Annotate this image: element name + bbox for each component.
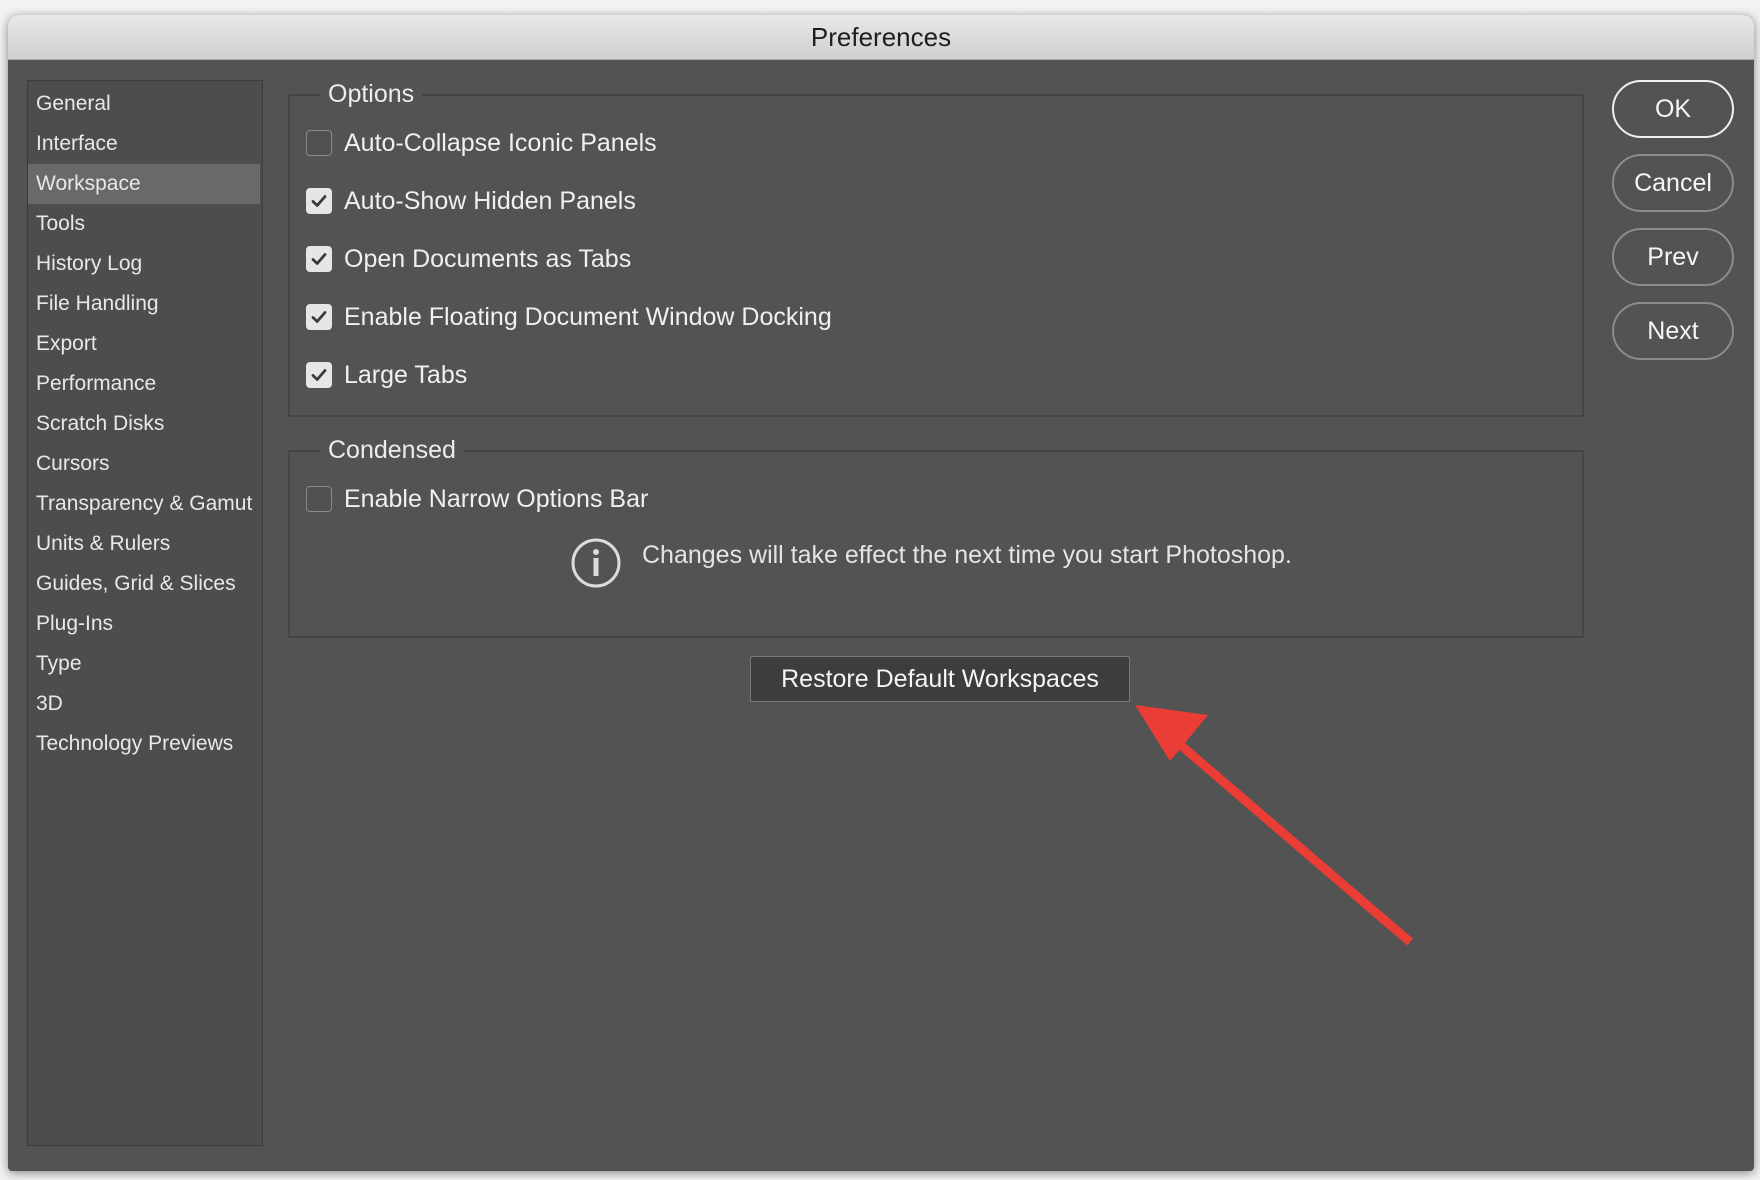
options-legend: Options — [320, 77, 423, 111]
sidebar-item-units-rulers[interactable]: Units & Rulers — [28, 524, 262, 564]
auto-collapse-iconic-panels-checkbox[interactable] — [306, 130, 332, 156]
checkmark-icon — [311, 311, 327, 323]
large-tabs-label: Large Tabs — [344, 360, 468, 389]
sidebar-item-history-log[interactable]: History Log — [28, 244, 262, 284]
large-tabs-option[interactable]: Large Tabs — [306, 355, 467, 395]
auto-show-hidden-panels-checkbox[interactable] — [306, 188, 332, 214]
restore-default-workspaces-button[interactable]: Restore Default Workspaces — [750, 656, 1130, 702]
info-circle-icon — [570, 537, 622, 594]
open-documents-as-tabs-option[interactable]: Open Documents as Tabs — [306, 239, 631, 279]
cancel-button[interactable]: Cancel — [1612, 154, 1734, 212]
next-button[interactable]: Next — [1612, 302, 1734, 360]
preferences-window: Preferences General Interface Workspace … — [8, 15, 1754, 1171]
title-bar[interactable]: Preferences — [8, 15, 1754, 60]
enable-floating-docking-option[interactable]: Enable Floating Document Window Docking — [306, 297, 832, 337]
ok-button[interactable]: OK — [1612, 80, 1734, 138]
restart-notice: Changes will take effect the next time y… — [570, 537, 1292, 594]
auto-show-hidden-panels-label: Auto-Show Hidden Panels — [344, 186, 636, 215]
sidebar-item-tools[interactable]: Tools — [28, 204, 262, 244]
large-tabs-checkbox[interactable] — [306, 362, 332, 388]
sidebar-item-file-handling[interactable]: File Handling — [28, 284, 262, 324]
sidebar-item-interface[interactable]: Interface — [28, 124, 262, 164]
condensed-group: Condensed Enable Narrow Options Bar Chan… — [288, 433, 1584, 638]
restart-notice-text: Changes will take effect the next time y… — [642, 541, 1292, 569]
auto-collapse-iconic-panels-option[interactable]: Auto-Collapse Iconic Panels — [306, 123, 657, 163]
enable-floating-docking-label: Enable Floating Document Window Docking — [344, 302, 832, 331]
enable-narrow-options-bar-checkbox[interactable] — [306, 486, 332, 512]
auto-collapse-iconic-panels-label: Auto-Collapse Iconic Panels — [344, 128, 657, 157]
sidebar-item-performance[interactable]: Performance — [28, 364, 262, 404]
enable-narrow-options-bar-label: Enable Narrow Options Bar — [344, 484, 649, 513]
auto-show-hidden-panels-option[interactable]: Auto-Show Hidden Panels — [306, 181, 636, 221]
enable-floating-docking-checkbox[interactable] — [306, 304, 332, 330]
options-group: Options Auto-Collapse Iconic Panels Auto… — [288, 77, 1584, 417]
sidebar-item-technology-previews[interactable]: Technology Previews — [28, 724, 262, 764]
checkmark-icon — [311, 195, 327, 207]
condensed-legend: Condensed — [320, 433, 464, 467]
open-documents-as-tabs-label: Open Documents as Tabs — [344, 244, 632, 273]
window-title: Preferences — [810, 21, 952, 52]
checkmark-icon — [311, 253, 327, 265]
open-documents-as-tabs-checkbox[interactable] — [306, 246, 332, 272]
sidebar-item-cursors[interactable]: Cursors — [28, 444, 262, 484]
sidebar-item-export[interactable]: Export — [28, 324, 262, 364]
preferences-sidebar: General Interface Workspace Tools Histor… — [27, 80, 263, 1146]
sidebar-item-scratch-disks[interactable]: Scratch Disks — [28, 404, 262, 444]
sidebar-item-general[interactable]: General — [28, 84, 262, 124]
enable-narrow-options-bar-option[interactable]: Enable Narrow Options Bar — [306, 479, 648, 519]
sidebar-item-guides-grid-slices[interactable]: Guides, Grid & Slices — [28, 564, 262, 604]
prev-button[interactable]: Prev — [1612, 228, 1734, 286]
sidebar-item-type[interactable]: Type — [28, 644, 262, 684]
sidebar-item-transparency-gamut[interactable]: Transparency & Gamut — [28, 484, 262, 524]
checkmark-icon — [311, 369, 327, 381]
sidebar-item-workspace[interactable]: Workspace — [28, 164, 260, 204]
sidebar-item-3d[interactable]: 3D — [28, 684, 262, 724]
sidebar-item-plug-ins[interactable]: Plug-Ins — [28, 604, 262, 644]
